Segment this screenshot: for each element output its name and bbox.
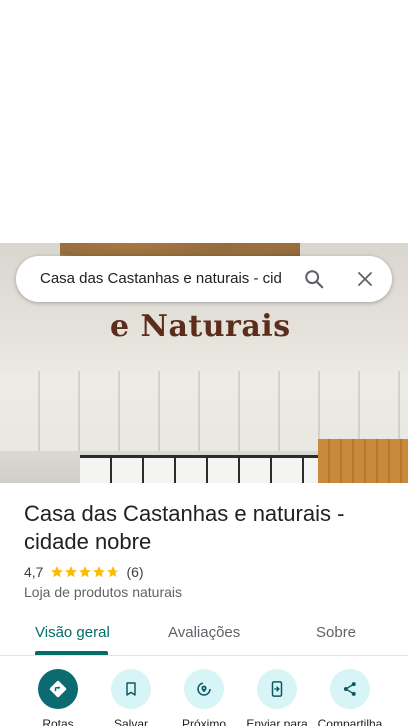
search-bar[interactable]: Casa das Castanhas e naturais - cid (16, 256, 392, 302)
tab-overview[interactable]: Visão geral (35, 624, 110, 641)
rating-row[interactable]: 4,7 (6) (24, 563, 144, 581)
tab-reviews[interactable]: Avaliações (168, 624, 240, 641)
tab-about[interactable]: Sobre (316, 624, 356, 641)
nearby-icon (184, 669, 224, 709)
star-icon (93, 566, 106, 578)
map-area-blank (0, 0, 408, 243)
star-icon (65, 566, 78, 578)
rating-stars (50, 565, 120, 579)
save-button[interactable]: Salvar (91, 669, 171, 726)
storefront-railing (80, 455, 340, 483)
share-label: Compartilha (317, 717, 383, 726)
directions-label: Rotas (42, 717, 74, 726)
star-icon (51, 566, 64, 578)
directions-button[interactable]: Rotas (18, 669, 98, 726)
save-label: Salvar (113, 717, 148, 726)
action-bar: Rotas Salvar Próximo Enviar para Compart… (0, 669, 408, 726)
search-query[interactable]: Casa das Castanhas e naturais - cid (40, 270, 290, 287)
close-icon[interactable] (351, 265, 379, 293)
nearby-button[interactable]: Próximo (164, 669, 244, 726)
share-button[interactable]: Compartilha (310, 669, 390, 726)
send-to-phone-label: Enviar para (246, 717, 308, 726)
share-icon (330, 669, 370, 709)
active-tab-indicator (35, 651, 108, 655)
store-sign-text: e Naturais (110, 309, 291, 344)
search-icon[interactable] (300, 265, 328, 293)
place-tabs: Visão geral Avaliações Sobre (0, 614, 408, 656)
place-category: Loja de produtos naturais (24, 584, 182, 600)
directions-icon (38, 669, 78, 709)
bookmark-icon (111, 669, 151, 709)
send-to-phone-button[interactable]: Enviar para (237, 669, 317, 726)
wood-panel (318, 439, 408, 483)
send-to-phone-icon (257, 669, 297, 709)
star-icon (79, 566, 92, 578)
place-title: Casa das Castanhas e naturais - cidade n… (24, 501, 345, 554)
half-star-icon (107, 566, 120, 578)
nearby-label: Próximo (181, 717, 226, 726)
rating-value: 4,7 (24, 564, 44, 580)
review-count: (6) (126, 564, 144, 580)
